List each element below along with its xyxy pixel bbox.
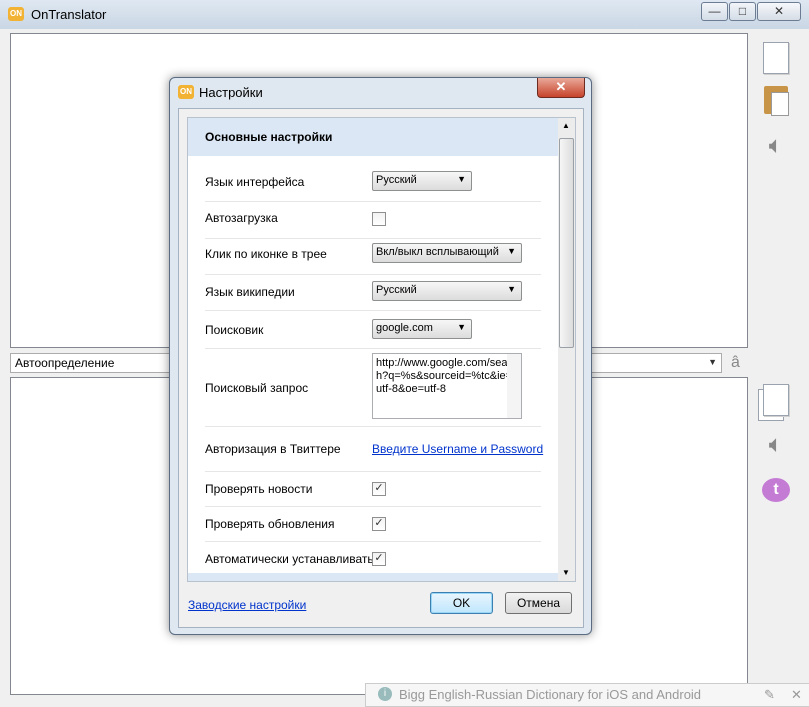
new-document-icon xyxy=(763,42,789,74)
speak-target-button[interactable]: 🔈︎ xyxy=(752,425,800,465)
app-logo-icon: ON xyxy=(8,7,24,21)
chevron-down-icon: ▼ xyxy=(457,174,466,184)
cancel-button[interactable]: Отмена xyxy=(505,592,572,614)
textarea-value: http://www.google.com/search?q=%s&source… xyxy=(376,357,517,395)
maximize-icon: □ xyxy=(738,4,747,18)
setting-label: Клик по иконке в трее xyxy=(205,247,327,261)
section-header: Основные настройки xyxy=(188,118,558,156)
dialog-body: Основные настройки Язык интерфейса Русск… xyxy=(178,108,584,628)
settings-dialog: ON Настройки ✕ Основные настройки Язык и… xyxy=(169,77,592,635)
select-value: Русский xyxy=(376,284,417,296)
search-engine-select[interactable]: google.com ▼ xyxy=(372,319,472,339)
setting-row-auto-install: Автоматически устанавливать о ✓ xyxy=(205,542,541,576)
paste-button[interactable] xyxy=(752,80,800,120)
target-language-select[interactable]: ▼ xyxy=(589,353,722,373)
autoload-checkbox[interactable] xyxy=(372,212,386,226)
close-window-button[interactable]: ✕ xyxy=(757,2,801,21)
select-value: Вкл/выкл всплывающий xyxy=(376,246,499,258)
minimize-button[interactable]: — xyxy=(701,2,728,21)
dialog-close-button[interactable]: ✕ xyxy=(537,78,585,98)
setting-row-wiki-lang: Язык википедии Русский ▼ xyxy=(205,274,541,311)
dialog-logo-icon: ON xyxy=(178,85,194,99)
select-value: google.com xyxy=(376,322,433,334)
scrollbar-thumb[interactable] xyxy=(559,138,574,348)
factory-settings-link[interactable]: Заводские настройки xyxy=(188,598,306,612)
setting-row-check-updates: Проверять обновления ✓ xyxy=(205,507,541,542)
copy-button[interactable] xyxy=(752,380,800,421)
chevron-down-icon: ▼ xyxy=(507,246,516,256)
ok-button[interactable]: OK xyxy=(430,592,493,614)
settings-list: Основные настройки Язык интерфейса Русск… xyxy=(187,117,576,582)
ui-language-select[interactable]: Русский ▼ xyxy=(372,171,472,191)
speaker-icon: 🔈︎ xyxy=(768,132,784,159)
section-footer xyxy=(188,573,558,581)
minimize-icon: — xyxy=(708,4,721,18)
news-bar[interactable]: i Bigg English-Russian Dictionary for iO… xyxy=(365,683,809,707)
setting-label: Авторизация в Твиттере xyxy=(205,442,341,456)
scroll-up-icon[interactable]: ▲ xyxy=(562,121,570,130)
pin-icon[interactable]: ✎ xyxy=(764,687,775,703)
close-icon: ✕ xyxy=(773,4,785,18)
setting-row-twitter-auth: Авторизация в Твиттере Введите Username … xyxy=(205,427,543,472)
dialog-title: Настройки xyxy=(199,85,263,100)
setting-label: Язык википедии xyxy=(205,285,295,299)
tray-click-select[interactable]: Вкл/выкл всплывающий ▼ xyxy=(372,243,522,263)
chevron-down-icon: ▼ xyxy=(507,284,516,294)
setting-label: Язык интерфейса xyxy=(205,175,305,189)
setting-label: Проверять обновления xyxy=(205,517,335,531)
speak-source-button[interactable]: 🔈︎ xyxy=(752,126,800,166)
select-value: Русский xyxy=(376,174,417,186)
setting-label: Поисковик xyxy=(205,323,264,337)
copy-icon xyxy=(758,384,789,421)
scroll-down-icon[interactable]: ▼ xyxy=(562,568,570,577)
info-icon: i xyxy=(378,687,392,701)
search-query-textarea[interactable]: http://www.google.com/search?q=%s&source… xyxy=(372,353,522,419)
source-language-select[interactable]: Автоопределение xyxy=(10,353,170,373)
news-text[interactable]: Bigg English-Russian Dictionary for iOS … xyxy=(399,687,701,702)
setting-row-check-news: Проверять новости ✓ xyxy=(205,472,541,507)
setting-row-search-query: Поисковый запрос http://www.google.com/s… xyxy=(205,348,541,427)
window-title: OnTranslator xyxy=(31,7,107,22)
twitter-button[interactable]: t xyxy=(752,470,800,510)
new-document-button[interactable] xyxy=(752,38,800,78)
dialog-title-bar: ON Настройки ✕ xyxy=(170,78,591,106)
speaker-icon: 🔈︎ xyxy=(768,431,784,458)
setting-row-autoload: Автозагрузка xyxy=(205,202,541,239)
setting-label: Проверять новости xyxy=(205,482,313,496)
chevron-down-icon: ▼ xyxy=(708,357,717,367)
paste-icon xyxy=(764,86,789,116)
wiki-language-select[interactable]: Русский ▼ xyxy=(372,281,522,301)
close-news-icon[interactable]: ✕ xyxy=(791,687,802,703)
title-bar: ON OnTranslator — □ ✕ xyxy=(0,0,809,29)
setting-label: Автозагрузка xyxy=(205,211,278,225)
auto-install-checkbox[interactable]: ✓ xyxy=(372,552,386,566)
check-news-checkbox[interactable]: ✓ xyxy=(372,482,386,496)
check-updates-checkbox[interactable]: ✓ xyxy=(372,517,386,531)
setting-row-tray-click: Клик по иконке в трее Вкл/выкл всплывающ… xyxy=(205,238,541,275)
accent-button[interactable]: â xyxy=(731,354,740,372)
setting-label: Автоматически устанавливать о xyxy=(205,552,384,566)
twitter-auth-link[interactable]: Введите Username и Password xyxy=(372,442,543,456)
twitter-icon: t xyxy=(762,478,790,502)
maximize-button[interactable]: □ xyxy=(729,2,756,21)
settings-scrollbar[interactable]: ▲ ▼ xyxy=(558,118,575,581)
setting-row-search-engine: Поисковик google.com ▼ xyxy=(205,310,541,349)
setting-row-ui-lang: Язык интерфейса Русский ▼ xyxy=(205,166,541,202)
chevron-down-icon: ▼ xyxy=(457,322,466,332)
setting-label: Поисковый запрос xyxy=(205,381,309,395)
section-title: Основные настройки xyxy=(205,130,333,144)
close-icon: ✕ xyxy=(555,79,567,94)
textarea-scrollbar[interactable] xyxy=(507,354,521,418)
